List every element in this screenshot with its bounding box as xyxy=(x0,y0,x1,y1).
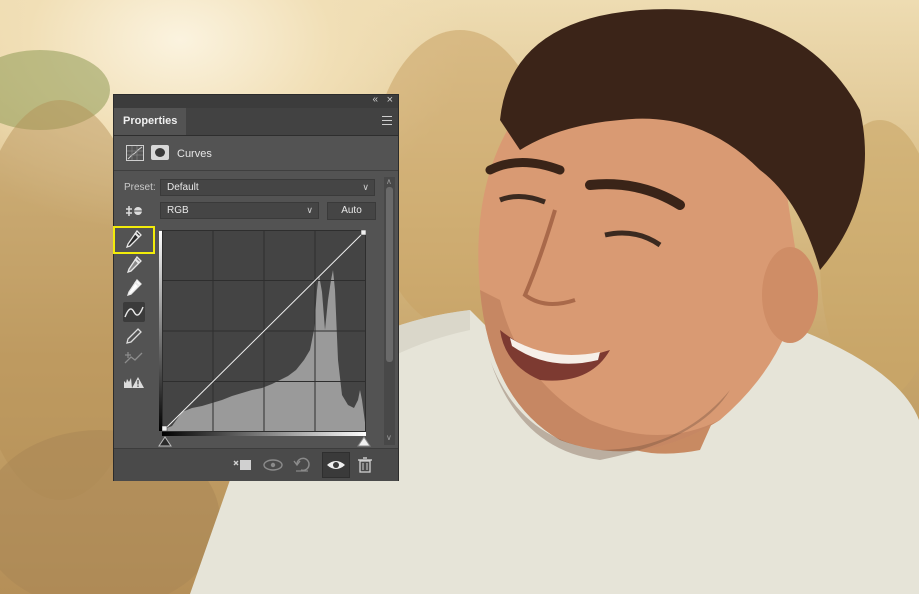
black-slider-handle[interactable] xyxy=(158,436,172,447)
preset-label: Preset: xyxy=(124,182,156,193)
panel-topbar: « × xyxy=(114,94,398,108)
black-point-eyedropper-icon[interactable] xyxy=(113,226,155,254)
scroll-down-icon[interactable]: ∨ xyxy=(386,433,392,442)
scroll-thumb[interactable] xyxy=(386,187,393,362)
view-previous-state-icon[interactable] xyxy=(262,455,284,475)
trash-icon[interactable] xyxy=(354,455,376,475)
curves-adjustment-icon[interactable] xyxy=(126,145,144,161)
preset-select[interactable]: Default ∨ xyxy=(160,179,375,196)
scroll-up-icon[interactable]: ∧ xyxy=(386,177,392,186)
panel-tab-row: Properties xyxy=(114,108,398,136)
tab-properties[interactable]: Properties xyxy=(114,108,187,135)
white-control-point[interactable] xyxy=(360,230,366,236)
edit-curve-points-icon[interactable] xyxy=(123,302,145,322)
panel-scrollbar[interactable]: ∧ ∨ xyxy=(384,177,395,445)
close-icon[interactable]: × xyxy=(387,94,393,106)
panel-footer xyxy=(114,448,398,481)
pencil-draw-icon[interactable] xyxy=(123,326,145,346)
channel-select[interactable]: RGB ∨ xyxy=(160,202,319,219)
white-slider-handle[interactable] xyxy=(357,436,371,447)
clipping-warning-icon[interactable] xyxy=(123,373,145,393)
adjustment-header: Curves xyxy=(114,136,398,171)
gray-point-eyedropper-icon[interactable] xyxy=(123,255,145,275)
curves-graph[interactable] xyxy=(162,230,366,432)
hamburger-menu-icon[interactable] xyxy=(382,116,392,125)
on-image-adjust-icon[interactable] xyxy=(123,202,145,222)
black-control-point[interactable] xyxy=(162,425,168,432)
layer-mask-icon[interactable] xyxy=(151,145,169,160)
white-point-eyedropper-icon[interactable] xyxy=(123,278,145,298)
chevron-down-icon: ∨ xyxy=(306,205,313,215)
input-gradient-bar xyxy=(162,432,366,436)
chevron-down-icon: ∨ xyxy=(362,182,369,192)
properties-panel: « × Properties Curves Preset: Default ∨ xyxy=(113,94,399,481)
clip-to-layer-icon[interactable] xyxy=(231,455,253,475)
reset-icon[interactable] xyxy=(291,455,313,475)
auto-button[interactable]: Auto xyxy=(327,202,376,220)
double-chevron-left-icon[interactable]: « xyxy=(372,94,378,105)
preset-value: Default xyxy=(167,182,199,193)
eye-icon[interactable] xyxy=(322,452,350,478)
smooth-curve-icon[interactable] xyxy=(123,348,145,368)
channel-value: RGB xyxy=(167,205,189,216)
adjustment-title: Curves xyxy=(177,148,212,160)
